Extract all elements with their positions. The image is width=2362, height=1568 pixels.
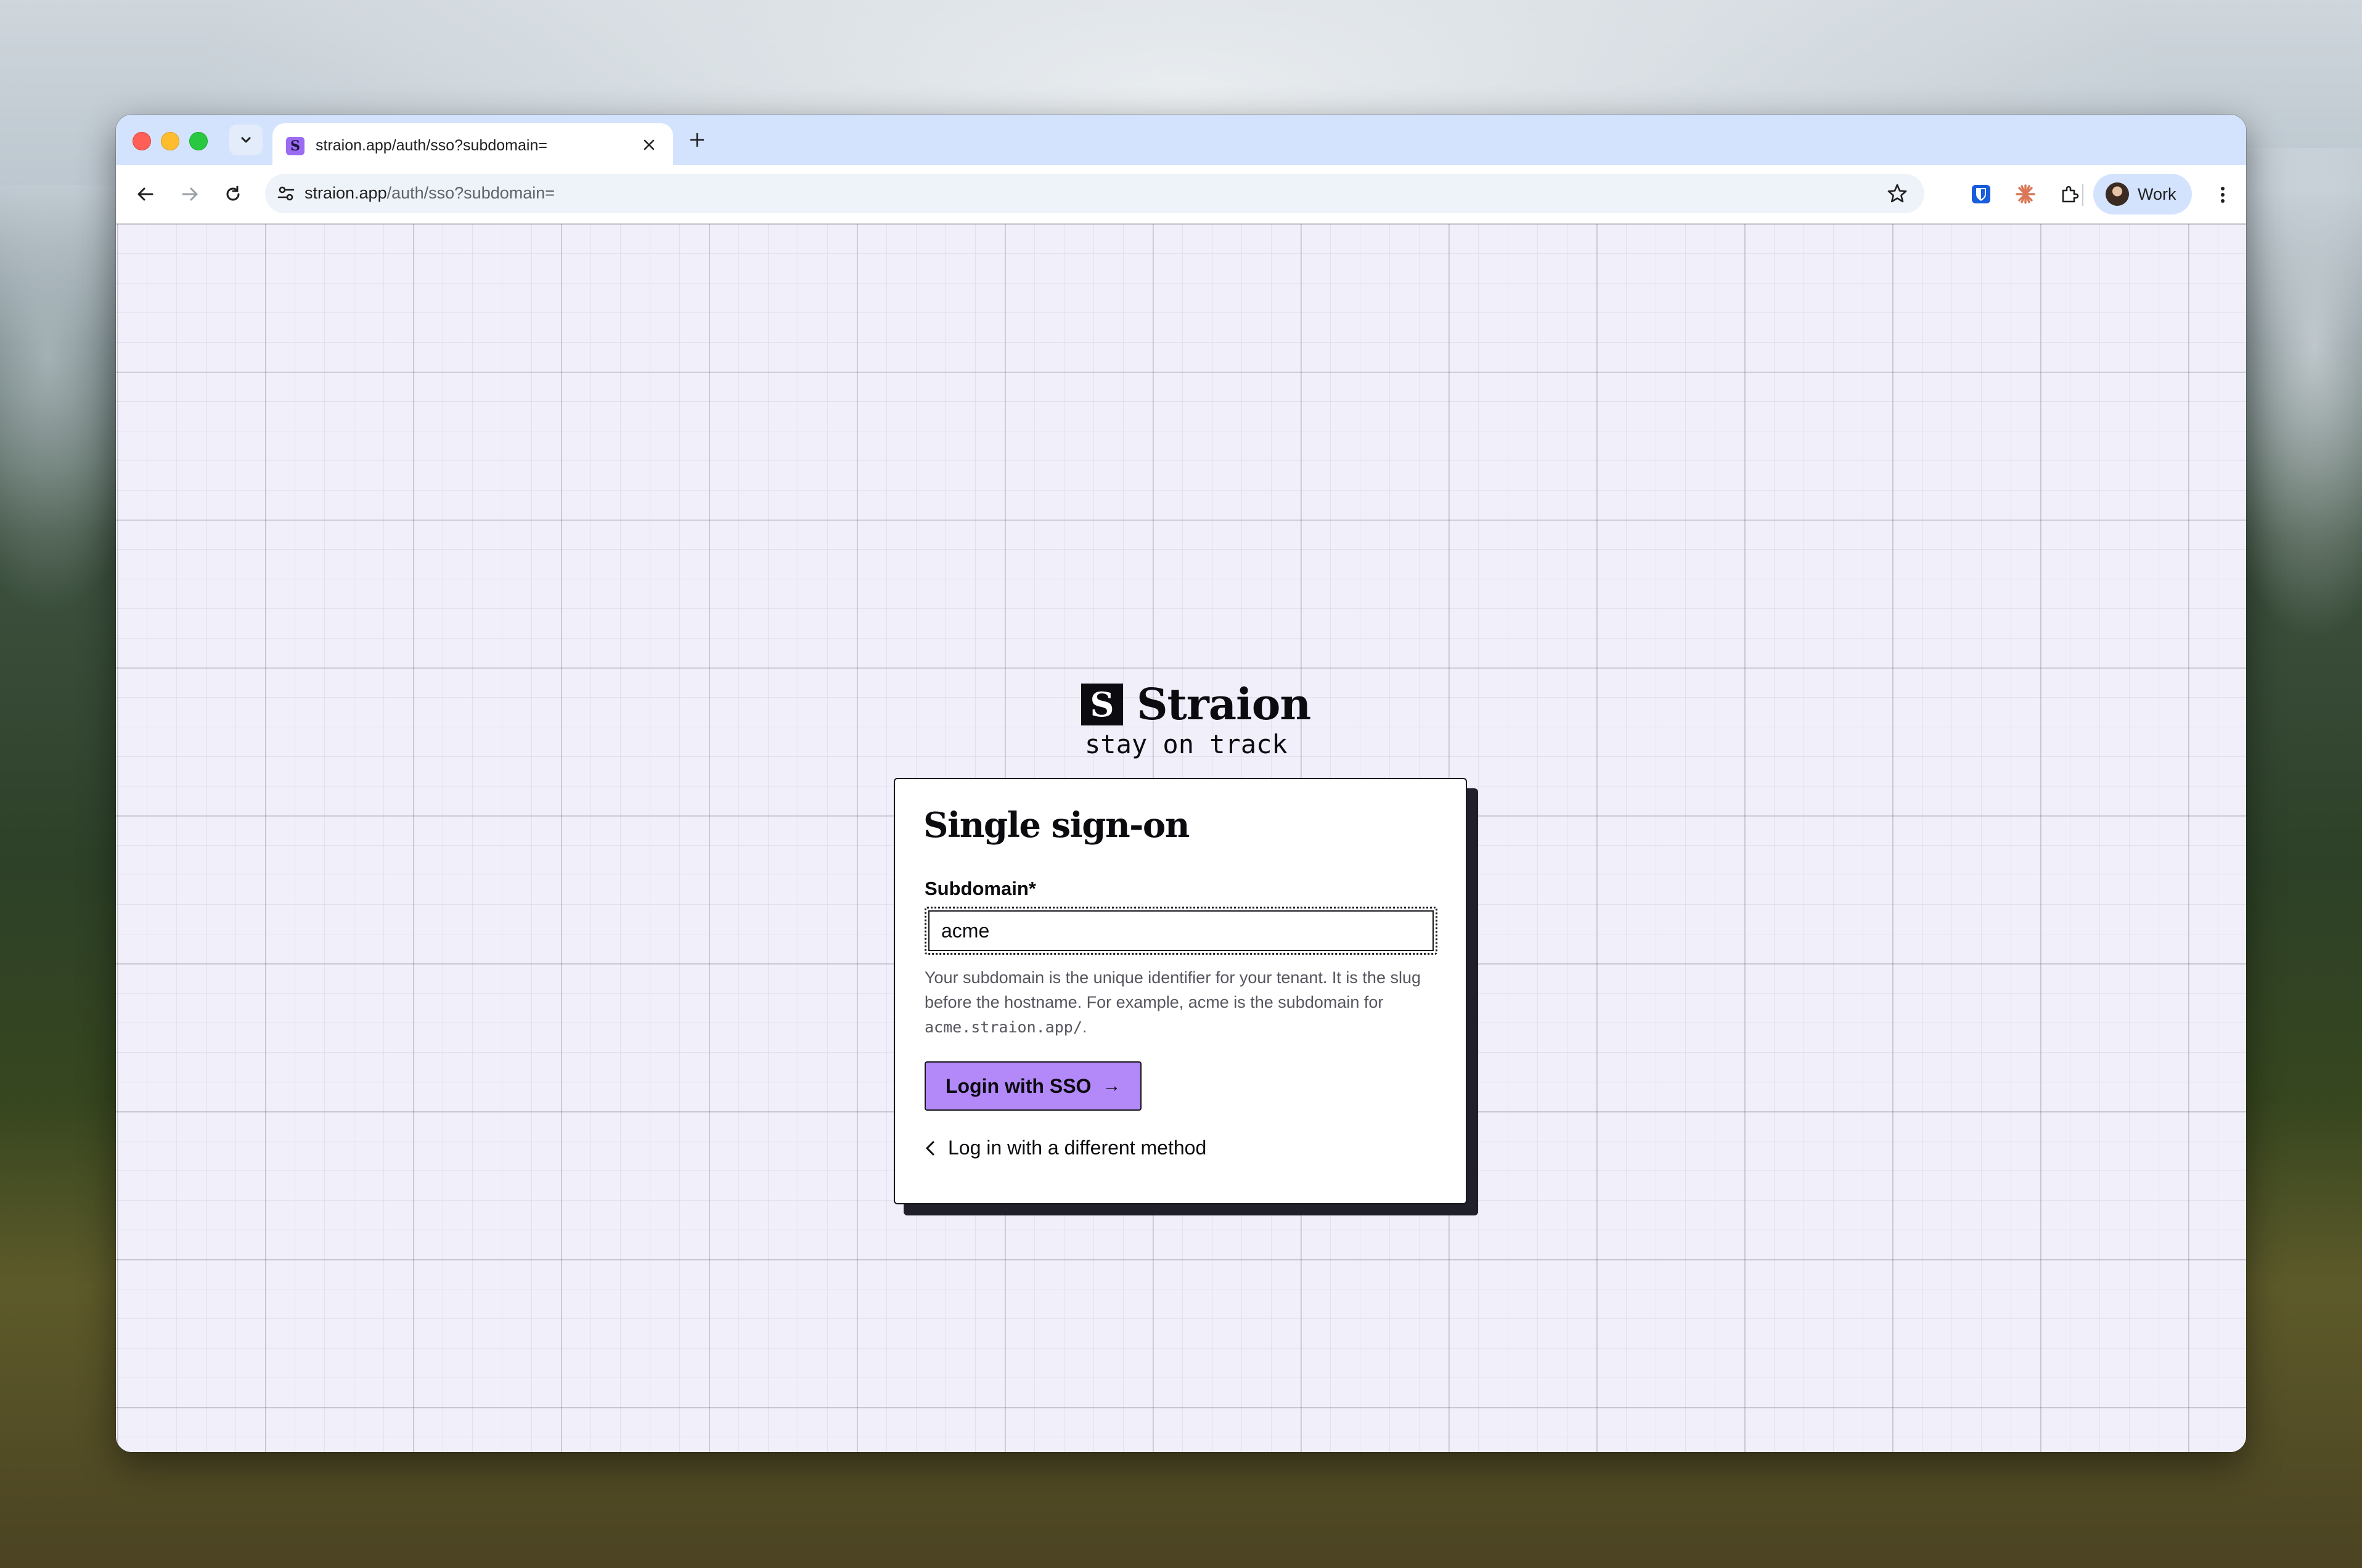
forward-arrow-icon bbox=[182, 187, 198, 201]
brand-name: Straion bbox=[1137, 679, 1311, 730]
site-settings-icon[interactable] bbox=[276, 184, 296, 203]
tab-active[interactable]: S straion.app/auth/sso?subdomain= bbox=[272, 123, 673, 165]
page-content: S Straion stay on track Single sign-on S… bbox=[116, 224, 2246, 1452]
tab-title: straion.app/auth/sso?subdomain= bbox=[316, 137, 547, 154]
reload-icon bbox=[226, 186, 240, 201]
different-method-link[interactable]: Log in with a different method bbox=[922, 1137, 1206, 1159]
login-with-sso-button[interactable]: Login with SSO → bbox=[925, 1061, 1142, 1111]
chevron-down-icon bbox=[241, 137, 251, 143]
different-method-label: Log in with a different method bbox=[948, 1137, 1207, 1159]
url-text: straion.app/auth/sso?subdomain= bbox=[304, 184, 555, 203]
help-text-end: . bbox=[1082, 1018, 1087, 1036]
back-button[interactable] bbox=[132, 181, 159, 208]
avatar bbox=[2106, 182, 2129, 206]
extensions-button[interactable] bbox=[2058, 182, 2082, 206]
bitwarden-extension-button[interactable] bbox=[1969, 182, 1993, 206]
plus-icon bbox=[690, 133, 705, 147]
browser-window: S straion.app/auth/sso?subdomain= straio… bbox=[116, 115, 2246, 1452]
close-icon bbox=[644, 139, 655, 150]
more-vertical-icon bbox=[2221, 187, 2225, 203]
profile-label: Work bbox=[2138, 184, 2176, 203]
url-host: straion.app bbox=[304, 184, 387, 202]
address-bar[interactable]: straion.app/auth/sso?subdomain= bbox=[265, 174, 1924, 213]
minimize-window-button[interactable] bbox=[161, 132, 179, 150]
close-window-button[interactable] bbox=[133, 132, 151, 150]
tab-search-button[interactable] bbox=[229, 125, 263, 155]
brand-tagline: stay on track bbox=[1085, 729, 1288, 759]
new-tab-button[interactable] bbox=[683, 126, 711, 154]
help-text-example-url: acme.straion.app/ bbox=[925, 1018, 1082, 1036]
claude-icon bbox=[2016, 184, 2035, 204]
tab-favicon: S bbox=[286, 137, 304, 155]
extensions-icon bbox=[2062, 186, 2079, 203]
bookmark-star-icon[interactable] bbox=[1886, 182, 1908, 205]
back-arrow-icon bbox=[137, 187, 153, 201]
page-title: Single sign-on bbox=[923, 805, 1190, 846]
forward-button[interactable] bbox=[176, 181, 203, 208]
reload-button[interactable] bbox=[219, 181, 247, 208]
zoom-window-button[interactable] bbox=[189, 132, 208, 150]
chevron-left-icon bbox=[926, 1141, 934, 1155]
subdomain-input[interactable] bbox=[925, 907, 1437, 955]
browser-toolbar: straion.app/auth/sso?subdomain= Work bbox=[116, 165, 2246, 224]
arrow-right-icon: → bbox=[1102, 1076, 1121, 1096]
brand-logo: S Straion bbox=[1081, 679, 1311, 730]
subdomain-help-text: Your subdomain is the unique identifier … bbox=[925, 965, 1437, 1040]
claude-extension-button[interactable] bbox=[2013, 182, 2038, 206]
url-path: /auth/sso?subdomain= bbox=[386, 184, 555, 202]
sso-card: Single sign-on Subdomain* Your subdomain… bbox=[894, 778, 1467, 1204]
logo-mark: S bbox=[1081, 684, 1123, 725]
browser-menu-button[interactable] bbox=[2210, 181, 2235, 208]
toolbar-divider bbox=[2082, 184, 2083, 206]
bitwarden-icon bbox=[1972, 185, 1990, 203]
tab-close-button[interactable] bbox=[639, 134, 660, 155]
tab-strip: S straion.app/auth/sso?subdomain= bbox=[116, 115, 2246, 165]
subdomain-label: Subdomain* bbox=[925, 878, 1036, 899]
login-with-sso-label: Login with SSO bbox=[946, 1074, 1092, 1097]
profile-button[interactable]: Work bbox=[2093, 174, 2192, 214]
help-text-body: Your subdomain is the unique identifier … bbox=[925, 968, 1421, 1011]
